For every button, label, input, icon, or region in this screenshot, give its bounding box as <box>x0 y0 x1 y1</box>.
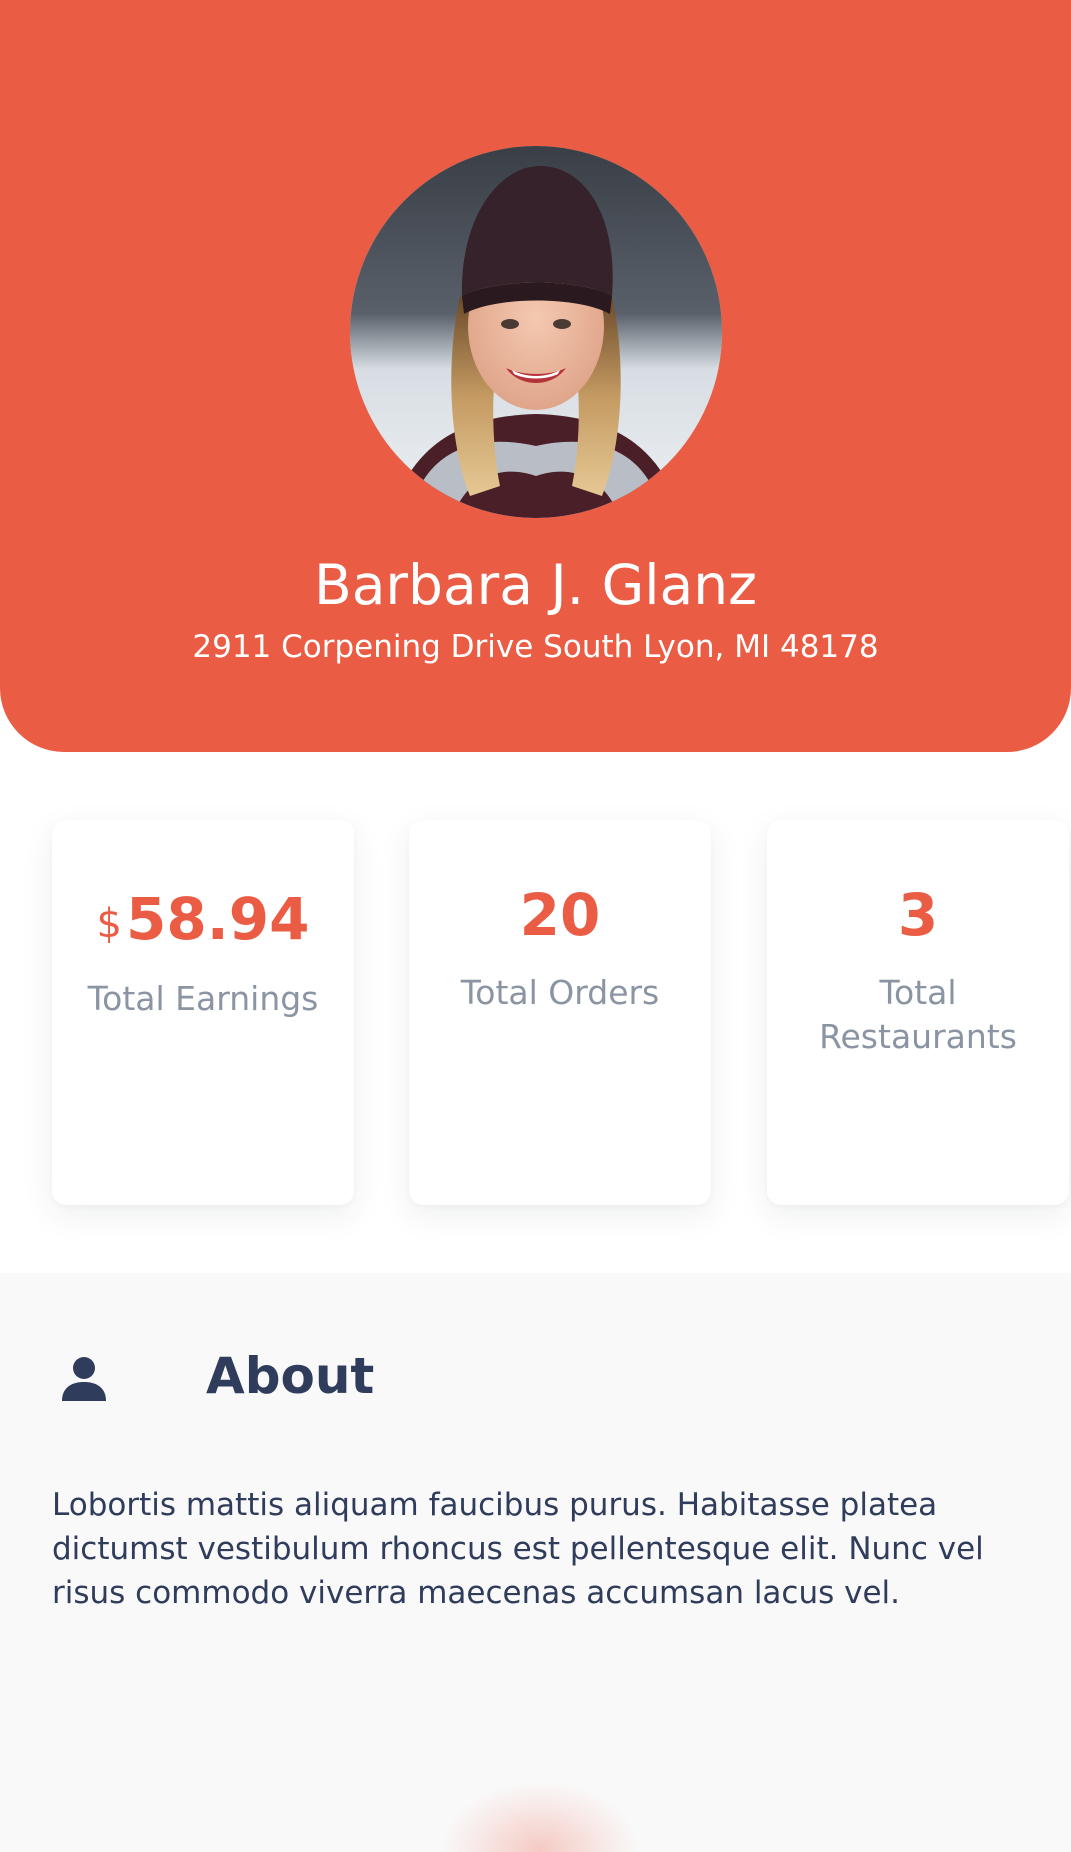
earnings-amount: 58.94 <box>125 885 310 953</box>
stat-card-orders[interactable]: 20 Total Orders <box>409 820 711 1205</box>
profile-photo <box>350 146 722 518</box>
floating-button-shadow <box>440 1781 640 1852</box>
stat-card-earnings[interactable]: $58.94 Total Earnings <box>52 820 354 1205</box>
profile-header: Barbara J. Glanz 2911 Corpening Drive So… <box>0 0 1071 752</box>
stat-label-restaurants: Total Restaurants <box>819 973 1017 1056</box>
stat-value-orders: 20 <box>519 881 601 949</box>
profile-name: Barbara J. Glanz <box>314 553 757 617</box>
user-icon <box>62 1357 106 1401</box>
profile-page: Barbara J. Glanz 2911 Corpening Drive So… <box>0 0 1071 1852</box>
avatar[interactable] <box>350 146 722 518</box>
about-title: About <box>206 1347 375 1405</box>
about-text: Lobortis mattis aliquam faucibus purus. … <box>52 1487 984 1611</box>
profile-address: 2911 Corpening Drive South Lyon, MI 4817… <box>192 629 879 665</box>
currency-symbol: $ <box>96 901 122 947</box>
stat-label-orders: Total Orders <box>460 973 660 1012</box>
stat-label-earnings: Total Earnings <box>87 979 319 1018</box>
stat-value-restaurants: 3 <box>897 881 939 949</box>
stat-value-earnings: $58.94 <box>52 890 354 948</box>
about-section: About Lobortis mattis aliquam faucibus p… <box>0 1273 1071 1852</box>
stat-card-restaurants[interactable]: 3 Total Restaurants <box>767 820 1069 1205</box>
